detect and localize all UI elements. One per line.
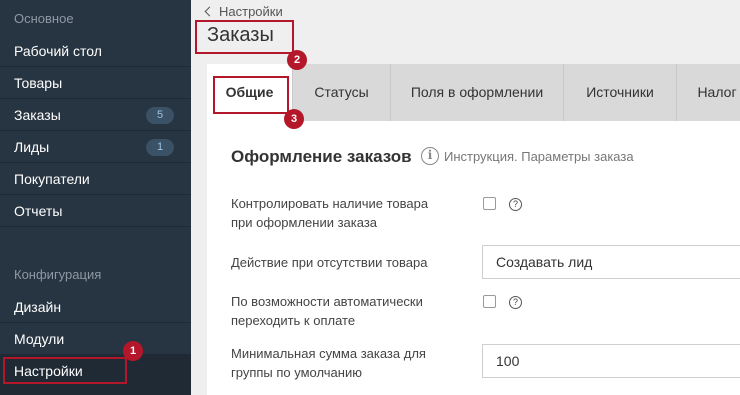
check-stock-label: Контролировать наличие товара при оформл… bbox=[231, 194, 461, 232]
breadcrumb-label: Настройки bbox=[219, 4, 283, 19]
min-sum-input[interactable]: 100 bbox=[482, 344, 740, 378]
instruction-link[interactable]: Инструкция. Параметры заказа bbox=[444, 149, 634, 164]
no-stock-action-label: Действие при отсутствии товара bbox=[231, 255, 428, 270]
sidebar-item-products[interactable]: Товары bbox=[0, 67, 191, 99]
highlight-page-title bbox=[195, 20, 294, 54]
sidebar-section-main: Основное bbox=[14, 11, 74, 26]
sidebar-item-modules[interactable]: Модули bbox=[0, 323, 191, 355]
annotation-marker-2: 2 bbox=[287, 50, 307, 70]
sidebar-item-reports[interactable]: Отчеты bbox=[0, 195, 191, 227]
orders-count-badge: 5 bbox=[146, 107, 174, 124]
check-stock-label-line2: при оформлении заказа bbox=[231, 215, 378, 230]
sidebar: Основное Рабочий стол Товары Заказы 5 Ли… bbox=[0, 0, 191, 395]
auto-payment-label-line2: переходить к оплате bbox=[231, 313, 356, 328]
auto-payment-checkbox[interactable] bbox=[483, 295, 496, 308]
sidebar-section-config: Конфигурация bbox=[14, 267, 102, 282]
sidebar-item-label: Заказы bbox=[14, 107, 61, 123]
check-stock-checkbox[interactable] bbox=[483, 197, 496, 210]
annotation-marker-1: 1 bbox=[123, 341, 143, 361]
sidebar-item-label: Модули bbox=[14, 331, 65, 347]
help-icon[interactable]: ? bbox=[509, 296, 522, 309]
section-title: Оформление заказов bbox=[231, 147, 412, 166]
sidebar-item-orders[interactable]: Заказы 5 bbox=[0, 99, 191, 131]
sidebar-item-customers[interactable]: Покупатели bbox=[0, 163, 191, 195]
tab-tax[interactable]: Налог bbox=[677, 64, 740, 121]
tab-statuses[interactable]: Статусы bbox=[293, 64, 391, 121]
leads-count-badge: 1 bbox=[146, 139, 174, 156]
sidebar-item-label: Лиды bbox=[14, 139, 50, 155]
highlight-settings-item bbox=[3, 357, 127, 384]
no-stock-action-select[interactable]: Создавать лид bbox=[482, 245, 740, 279]
sidebar-item-leads[interactable]: Лиды 1 bbox=[0, 131, 191, 163]
help-icon[interactable]: ? bbox=[509, 198, 522, 211]
sidebar-item-label: Рабочий стол bbox=[14, 43, 102, 59]
chevron-left-icon bbox=[204, 6, 215, 17]
sidebar-item-design[interactable]: Дизайн bbox=[0, 291, 191, 323]
min-sum-label: Минимальная сумма заказа для группы по у… bbox=[231, 344, 461, 382]
check-stock-label-line1: Контролировать наличие товара bbox=[231, 196, 429, 211]
auto-payment-label-line1: По возможности автоматически bbox=[231, 294, 423, 309]
sidebar-item-dashboard[interactable]: Рабочий стол bbox=[0, 35, 191, 67]
auto-payment-label: По возможности автоматически переходить … bbox=[231, 292, 461, 330]
highlight-tab-general bbox=[213, 76, 289, 114]
min-sum-label-line1: Минимальная сумма заказа для bbox=[231, 346, 426, 361]
breadcrumb-back-link[interactable]: Настройки bbox=[204, 4, 283, 19]
sidebar-item-label: Покупатели bbox=[14, 171, 90, 187]
sidebar-item-label: Товары bbox=[14, 75, 63, 91]
settings-panel: Оформление заказов i Инструкция. Парамет… bbox=[207, 121, 740, 395]
sidebar-item-label: Дизайн bbox=[14, 299, 62, 315]
annotation-marker-3: 3 bbox=[284, 109, 304, 129]
sidebar-item-label: Отчеты bbox=[14, 203, 63, 219]
tab-checkout-fields[interactable]: Поля в оформлении bbox=[391, 64, 564, 121]
min-sum-label-line2: группы по умолчанию bbox=[231, 365, 362, 380]
tab-sources[interactable]: Источники bbox=[564, 64, 677, 121]
info-icon: i bbox=[421, 147, 439, 165]
